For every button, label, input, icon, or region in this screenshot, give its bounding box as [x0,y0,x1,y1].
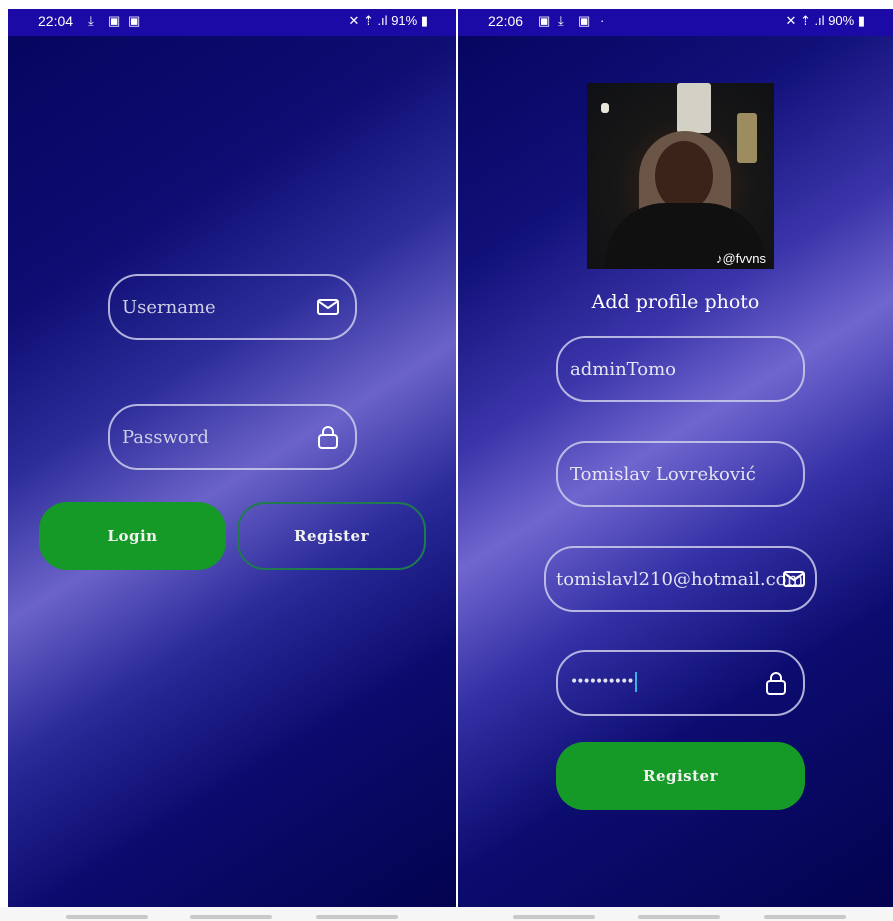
nav-home-button[interactable] [190,915,272,919]
status-dot: · [600,13,605,28]
battery-level: 90% [828,13,855,28]
lock-icon [318,426,338,449]
password-value: •••••••••• [570,672,637,692]
username-value: adminTomo [570,359,677,380]
download-icon: ⤓ [558,13,564,28]
photo-light [737,113,757,163]
nav-back-button[interactable] [316,915,398,919]
text-cursor [634,672,637,692]
battery-icon: ▮ [857,13,865,28]
image-icon: ▣ [128,13,141,28]
password-field[interactable]: •••••••••• [556,650,805,716]
lock-icon [766,672,786,695]
add-photo-label[interactable]: Add profile photo [458,291,893,313]
profile-photo[interactable]: ♪@fvvns [587,83,774,269]
navigation-bar [0,907,893,921]
calendar-icon: ▣ [578,13,591,28]
image-icon: ▣ [538,13,551,28]
status-bar: 22:04 ⤓ ▣ ▣ ✕ ⇡ .ıl 91% ▮ [8,9,456,36]
password-dots: •••••••••• [570,674,635,690]
download-icon: ⤓ [88,13,94,28]
email-field[interactable]: tomislavl210@hotmail.com [544,546,817,612]
password-placeholder: Password [122,427,209,448]
status-bar: 22:06 ▣ ⤓ ▣ · ✕ ⇡ .ıl 90% ▮ [458,9,893,36]
photo-watermark-text: @fvvns [722,251,766,266]
register-button[interactable]: Register [237,502,426,570]
register-screen: 22:06 ▣ ⤓ ▣ · ✕ ⇡ .ıl 90% ▮ ♪@fvvns Add … [458,9,893,907]
signal-icons: ✕ ⇡ .ıl [348,13,388,28]
fullname-value: Tomislav Lovreković [570,464,756,485]
username-field[interactable]: Username [108,274,357,340]
nav-recents-button[interactable] [66,915,148,919]
calendar-icon: ▣ [108,13,121,28]
status-time: 22:06 [488,13,524,29]
username-field[interactable]: adminTomo [556,336,805,402]
fullname-field[interactable]: Tomislav Lovreković [556,441,805,507]
photo-watermark: ♪@fvvns [715,251,766,266]
status-time: 22:04 [38,13,74,29]
password-field[interactable]: Password [108,404,357,470]
battery-level: 91% [391,13,418,28]
register-button[interactable]: Register [556,742,805,810]
status-indicators: ✕ ⇡ .ıl 91% ▮ [348,13,428,29]
nav-back-button[interactable] [764,915,846,919]
photo-face [655,141,713,211]
battery-icon: ▮ [420,13,428,28]
photo-light [601,103,609,113]
email-value: tomislavl210@hotmail.com [556,569,804,590]
mail-icon [783,571,805,587]
nav-recents-button[interactable] [513,915,595,919]
mail-icon [317,299,339,315]
photo-light [677,83,711,133]
status-indicators: ✕ ⇡ .ıl 90% ▮ [785,13,865,29]
login-screen: 22:04 ⤓ ▣ ▣ ✕ ⇡ .ıl 91% ▮ Username Passw… [8,9,456,907]
login-button[interactable]: Login [39,502,226,570]
nav-home-button[interactable] [638,915,720,919]
username-placeholder: Username [122,297,216,318]
signal-icons: ✕ ⇡ .ıl [785,13,825,28]
